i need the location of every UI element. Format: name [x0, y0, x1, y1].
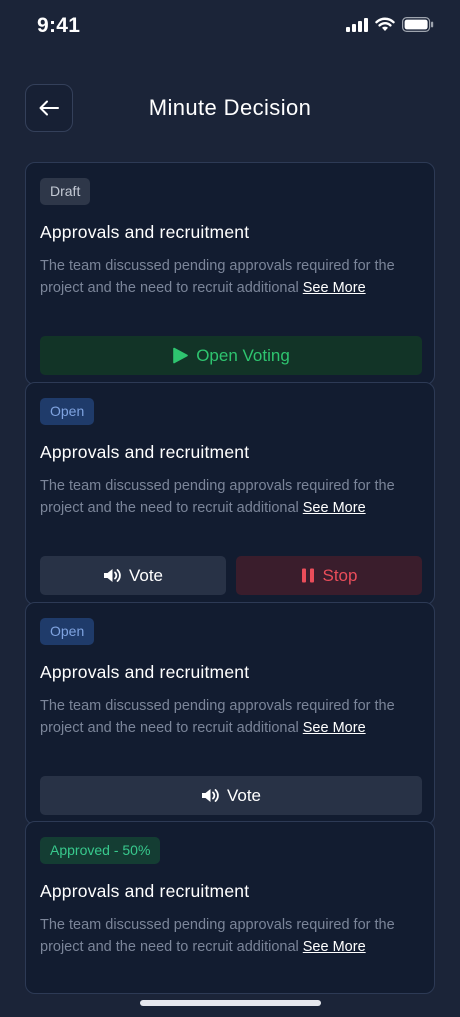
card-description: The team discussed pending approvals req…	[40, 475, 426, 519]
stop-button[interactable]: Stop	[236, 556, 422, 595]
see-more-link[interactable]: See More	[303, 280, 366, 296]
page-title: Minute Decision	[148, 95, 312, 120]
stop-label: Stop	[322, 565, 358, 585]
decision-card: Approved - 50% Approvals and recruitment…	[25, 821, 435, 994]
see-more-link[interactable]: See More	[303, 939, 366, 955]
status-bar: 9:41	[0, 0, 460, 54]
status-badge: Draft	[40, 178, 91, 205]
status-badge: Approved - 50%	[40, 837, 161, 864]
card-description: The team discussed pending approvals req…	[40, 695, 426, 739]
vote-button[interactable]: Vote	[40, 556, 226, 595]
card-description: The team discussed pending approvals req…	[40, 255, 426, 299]
decision-card: Open Approvals and recruitment The team …	[25, 382, 435, 605]
open-voting-button[interactable]: Open Voting	[40, 336, 422, 375]
pause-icon	[301, 568, 314, 583]
decision-card: Open Approvals and recruitment The team …	[25, 602, 435, 825]
open-voting-label: Open Voting	[196, 345, 290, 365]
status-icons	[346, 17, 434, 32]
card-title: Approvals and recruitment	[40, 442, 250, 462]
card-title: Approvals and recruitment	[40, 662, 250, 682]
card-title: Approvals and recruitment	[40, 881, 250, 901]
vote-button[interactable]: Vote	[40, 776, 422, 815]
card-description: The team discussed pending approvals req…	[40, 914, 426, 958]
signal-icon	[346, 17, 368, 32]
vote-label: Vote	[128, 565, 164, 585]
home-indicator	[140, 1000, 321, 1006]
decision-card: Draft Approvals and recruitment The team…	[25, 162, 435, 385]
status-badge: Open	[40, 398, 95, 425]
see-more-link[interactable]: See More	[303, 720, 366, 736]
speaker-icon	[201, 789, 219, 802]
page-header: Minute Decision	[0, 82, 460, 134]
vote-label: Vote	[226, 785, 262, 805]
see-more-link[interactable]: See More	[303, 500, 366, 516]
wifi-icon	[375, 17, 395, 31]
card-title: Approvals and recruitment	[40, 222, 250, 242]
play-icon	[173, 347, 189, 364]
speaker-icon	[103, 569, 121, 582]
battery-icon	[402, 17, 434, 32]
status-time: 9:41	[37, 14, 81, 37]
status-badge: Open	[40, 618, 95, 645]
